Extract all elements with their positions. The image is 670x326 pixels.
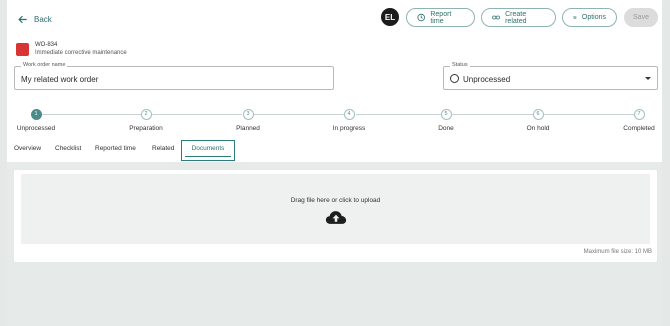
active-tab-indicator <box>185 155 231 157</box>
work-order-id: WO-834 <box>35 42 58 48</box>
options-button[interactable]: Options <box>562 8 617 27</box>
sliders-icon <box>573 15 577 20</box>
cloud-upload-icon <box>325 211 346 224</box>
link-icon <box>492 15 500 20</box>
circle-icon <box>450 74 459 83</box>
back-label: Back <box>34 14 52 24</box>
file-dropzone[interactable]: Drag file here or click to upload <box>21 174 650 244</box>
work-order-type: Immediate corrective maintenance <box>35 50 127 56</box>
step-preparation[interactable]: 2 Preparation <box>116 109 176 132</box>
step-on-hold[interactable]: 6 On hold <box>508 109 568 132</box>
clock-icon <box>417 13 425 22</box>
step-label: Unprocessed <box>16 125 56 132</box>
back-button[interactable]: Back <box>17 12 52 26</box>
max-file-size: Maximum file size: 10 MB <box>583 249 652 255</box>
step-unprocessed[interactable]: 1 Unprocessed <box>6 109 66 132</box>
status-value: Unprocessed <box>463 75 511 84</box>
status-select[interactable]: Status Unprocessed <box>443 62 658 90</box>
work-order-panel: Back EL Report time Create related Optio… <box>7 0 662 162</box>
arrow-left-icon <box>18 15 27 23</box>
tab-bar: Overview Checklist Reported time Related… <box>7 140 662 162</box>
report-time-label: Report time <box>430 10 452 25</box>
avatar[interactable]: EL <box>381 8 399 26</box>
step-number: 3 <box>242 109 254 120</box>
tab-reported-time[interactable]: Reported time <box>95 145 136 152</box>
create-related-label: Create related <box>505 10 527 25</box>
frame-left <box>0 0 7 326</box>
step-label: In progress <box>332 125 366 132</box>
options-label: Options <box>581 14 606 21</box>
work-order-name-value: My related work order <box>21 75 99 84</box>
tab-documents-label: Documents <box>191 145 225 152</box>
work-order-name-label: Work order name <box>21 62 68 68</box>
create-related-button[interactable]: Create related <box>481 8 556 27</box>
step-number: 4 <box>343 109 355 120</box>
frame-right <box>662 0 670 326</box>
tab-related[interactable]: Related <box>152 145 174 152</box>
chevron-down-icon <box>645 77 651 80</box>
work-order-name-field[interactable]: Work order name My related work order <box>14 62 334 90</box>
save-button[interactable]: Save <box>624 8 658 27</box>
step-label: Preparation <box>129 125 163 132</box>
step-number: 5 <box>440 109 452 120</box>
report-time-button[interactable]: Report time <box>406 8 475 27</box>
step-number: 1 <box>30 109 42 120</box>
step-label: On hold <box>526 125 550 132</box>
status-stepper: 1 Unprocessed 2 Preparation 3 Planned 4 … <box>7 106 662 132</box>
step-label: Done <box>438 125 454 132</box>
step-number: 6 <box>532 109 544 120</box>
step-label: Completed <box>623 125 655 132</box>
step-label: Planned <box>236 125 260 132</box>
dropzone-text: Drag file here or click to upload <box>290 197 381 204</box>
tab-checklist[interactable]: Checklist <box>55 145 81 152</box>
step-number: 2 <box>140 109 152 120</box>
tab-overview[interactable]: Overview <box>14 145 41 152</box>
step-done[interactable]: 5 Done <box>416 109 476 132</box>
step-in-progress[interactable]: 4 In progress <box>319 109 379 132</box>
step-completed[interactable]: 7 Completed <box>609 109 669 132</box>
step-number: 7 <box>633 109 645 120</box>
work-order-color-badge <box>16 43 29 56</box>
step-planned[interactable]: 3 Planned <box>218 109 278 132</box>
status-label: Status <box>450 62 470 68</box>
tab-documents[interactable]: Documents <box>181 140 235 161</box>
documents-panel: Drag file here or click to upload Maximu… <box>14 170 657 262</box>
